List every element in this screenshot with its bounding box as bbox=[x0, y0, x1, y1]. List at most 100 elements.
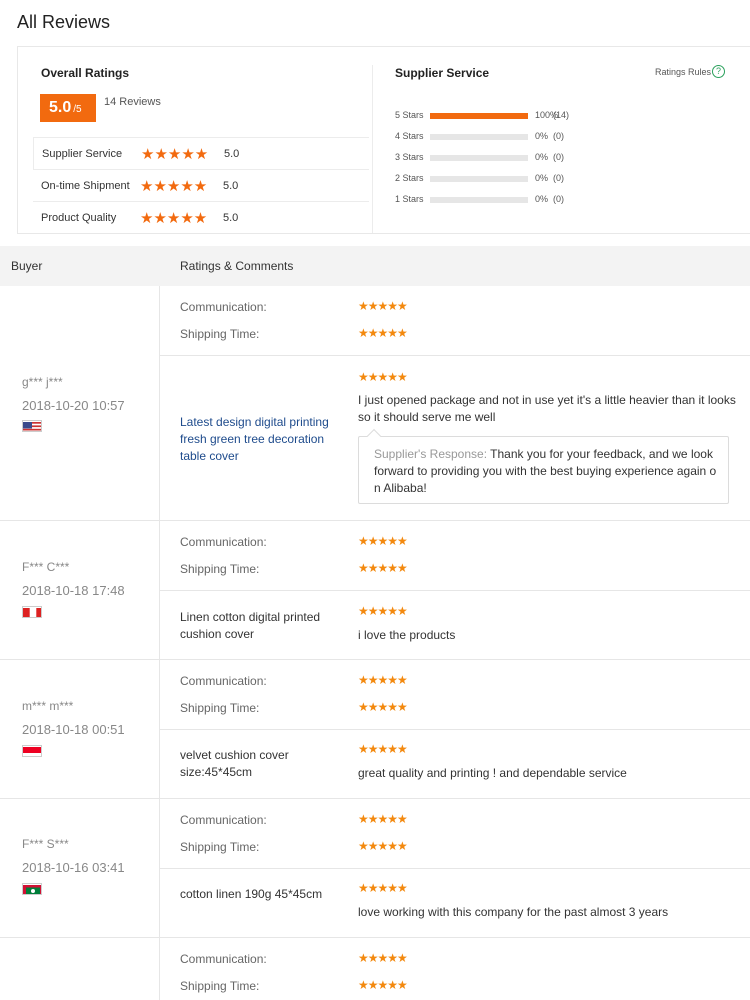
distribution-count: (0) bbox=[553, 131, 564, 141]
distribution-percent: 0% bbox=[535, 173, 549, 183]
rating-row-supplier-service: Supplier Service ★★★★★ 5.0 bbox=[33, 137, 369, 169]
distribution-row: 3 Stars 0% (0) bbox=[395, 149, 735, 170]
criteria-ratings: Communication: ★★★★★ Shipping Time: ★★★★… bbox=[160, 938, 750, 1000]
distribution-label: 4 Stars bbox=[395, 131, 424, 141]
buyer-cell: g*** j*** 2018-10-20 10:57 bbox=[0, 286, 160, 520]
rating-row-product-quality: Product Quality ★★★★★ 5.0 bbox=[33, 201, 369, 233]
criteria-ratings: Communication: ★★★★★ Shipping Time: ★★★★… bbox=[160, 521, 750, 591]
distribution-count: (0) bbox=[553, 152, 564, 162]
overall-score-suffix: /5 bbox=[73, 104, 82, 115]
buyer-cell: F*** C*** 2018-10-18 17:48 bbox=[0, 521, 160, 659]
star-rating-icon: ★★★★★ bbox=[358, 812, 408, 826]
review-date: 2018-10-18 00:51 bbox=[22, 722, 125, 737]
rating-row-on-time-shipment: On-time Shipment ★★★★★ 5.0 bbox=[33, 169, 369, 201]
review-date: 2018-10-20 10:57 bbox=[22, 398, 125, 413]
response-tip bbox=[366, 428, 382, 444]
rating-label: Supplier Service bbox=[42, 148, 123, 160]
distribution-count: (0) bbox=[553, 173, 564, 183]
review-row: F*** S*** 2018-10-16 03:41 Communication… bbox=[0, 799, 750, 938]
buyer-name: m*** m*** bbox=[22, 699, 74, 713]
rating-value: 5.0 bbox=[223, 180, 239, 192]
distribution-bar bbox=[430, 197, 528, 203]
distribution-row: 1 Stars 0% (0) bbox=[395, 191, 735, 212]
overall-score-badge: 5.0/5 bbox=[40, 94, 96, 122]
distribution-count: (0) bbox=[553, 194, 564, 204]
flag-pe-icon bbox=[22, 606, 42, 618]
shipping-time-label: Shipping Time: bbox=[180, 701, 260, 715]
page-title: All Reviews bbox=[17, 12, 111, 32]
overall-score: 5.0 bbox=[49, 99, 72, 116]
review-row: Communication: ★★★★★ Shipping Time: ★★★★… bbox=[0, 938, 750, 1000]
review-row: F*** C*** 2018-10-18 17:48 Communication… bbox=[0, 521, 750, 660]
product-name[interactable]: velvet cushion cover size:45*45cm bbox=[180, 747, 330, 781]
product-link[interactable]: Latest design digital printing fresh gre… bbox=[180, 414, 330, 465]
shipping-time-label: Shipping Time: bbox=[180, 979, 260, 993]
review-date: 2018-10-18 17:48 bbox=[22, 583, 125, 598]
flag-mv-icon bbox=[22, 883, 42, 895]
buyer-name: F*** C*** bbox=[22, 560, 70, 574]
distribution-count: (14) bbox=[553, 110, 570, 120]
distribution-row: 2 Stars 0% (0) bbox=[395, 170, 735, 191]
distribution-percent: 0% bbox=[535, 194, 549, 204]
distribution-percent: 0% bbox=[535, 152, 549, 162]
criteria-ratings: Communication: ★★★★★ Shipping Time: ★★★★… bbox=[160, 799, 750, 869]
buyer-cell: F*** S*** 2018-10-16 03:41 bbox=[0, 799, 160, 937]
star-distribution: 5 Stars 100% (14) 4 Stars 0% (0) 3 Stars… bbox=[395, 107, 735, 212]
star-rating-icon: ★★★★★ bbox=[358, 951, 408, 965]
overall-ratings-title: Overall Ratings bbox=[41, 66, 130, 80]
rating-value: 5.0 bbox=[224, 148, 240, 160]
review-comment: I just opened package and not in use yet… bbox=[358, 393, 736, 424]
distribution-label: 5 Stars bbox=[395, 110, 424, 120]
review-comment: i love the products bbox=[358, 628, 456, 642]
rating-label: On-time Shipment bbox=[41, 180, 130, 192]
buyer-name: F*** S*** bbox=[22, 837, 69, 851]
distribution-bar bbox=[430, 176, 528, 182]
review-row: g*** j*** 2018-10-20 10:57 Communication… bbox=[0, 286, 750, 521]
distribution-row: 4 Stars 0% (0) bbox=[395, 128, 735, 149]
distribution-label: 3 Stars bbox=[395, 152, 424, 162]
criteria-ratings: Communication: ★★★★★ Shipping Time: ★★★★… bbox=[160, 660, 750, 730]
rating-value: 5.0 bbox=[223, 212, 239, 224]
reviews-table-header: Buyer Ratings & Comments bbox=[0, 246, 750, 286]
star-rating-icon: ★★★★★ bbox=[358, 370, 408, 384]
rating-breakdown: Supplier Service ★★★★★ 5.0 On-time Shipm… bbox=[33, 137, 369, 233]
star-rating-icon: ★★★★★ bbox=[141, 146, 209, 163]
product-name[interactable]: Linen cotton digital printed cushion cov… bbox=[180, 609, 330, 643]
distribution-percent: 0% bbox=[535, 131, 549, 141]
star-rating-icon: ★★★★★ bbox=[358, 742, 408, 756]
ratings-rules-link[interactable]: Ratings Rules bbox=[655, 67, 711, 77]
star-rating-icon: ★★★★★ bbox=[358, 604, 408, 618]
star-rating-icon: ★★★★★ bbox=[358, 839, 408, 853]
column-header-buyer: Buyer bbox=[11, 259, 43, 273]
star-rating-icon: ★★★★★ bbox=[358, 561, 408, 575]
buyer-name: g*** j*** bbox=[22, 375, 63, 389]
review-count: 14 Reviews bbox=[104, 96, 161, 108]
star-rating-icon: ★★★★★ bbox=[358, 299, 408, 313]
shipping-time-label: Shipping Time: bbox=[180, 840, 260, 854]
communication-label: Communication: bbox=[180, 952, 267, 966]
communication-label: Communication: bbox=[180, 535, 267, 549]
flag-sg-icon bbox=[22, 745, 42, 757]
ratings-summary: Overall Ratings 5.0/5 14 Reviews Supplie… bbox=[17, 46, 750, 234]
buyer-cell: m*** m*** 2018-10-18 00:51 bbox=[0, 660, 160, 798]
star-rating-icon: ★★★★★ bbox=[358, 673, 408, 687]
shipping-time-label: Shipping Time: bbox=[180, 327, 260, 341]
help-icon[interactable]: ? bbox=[712, 65, 725, 78]
buyer-cell bbox=[0, 938, 160, 1000]
communication-label: Communication: bbox=[180, 674, 267, 688]
distribution-row: 5 Stars 100% (14) bbox=[395, 107, 735, 128]
star-rating-icon: ★★★★★ bbox=[358, 326, 408, 340]
communication-label: Communication: bbox=[180, 300, 267, 314]
communication-label: Communication: bbox=[180, 813, 267, 827]
supplier-response-label: Supplier's Response: bbox=[374, 447, 488, 461]
rating-label: Product Quality bbox=[41, 212, 117, 224]
star-rating-icon: ★★★★★ bbox=[358, 881, 408, 895]
review-row: m*** m*** 2018-10-18 00:51 Communication… bbox=[0, 660, 750, 799]
review-comment: great quality and printing ! and dependa… bbox=[358, 766, 627, 780]
product-name[interactable]: cotton linen 190g 45*45cm bbox=[180, 886, 330, 903]
star-rating-icon: ★★★★★ bbox=[358, 700, 408, 714]
summary-divider bbox=[372, 65, 373, 233]
flag-us-icon bbox=[22, 420, 42, 432]
star-rating-icon: ★★★★★ bbox=[358, 534, 408, 548]
star-rating-icon: ★★★★★ bbox=[140, 178, 208, 195]
